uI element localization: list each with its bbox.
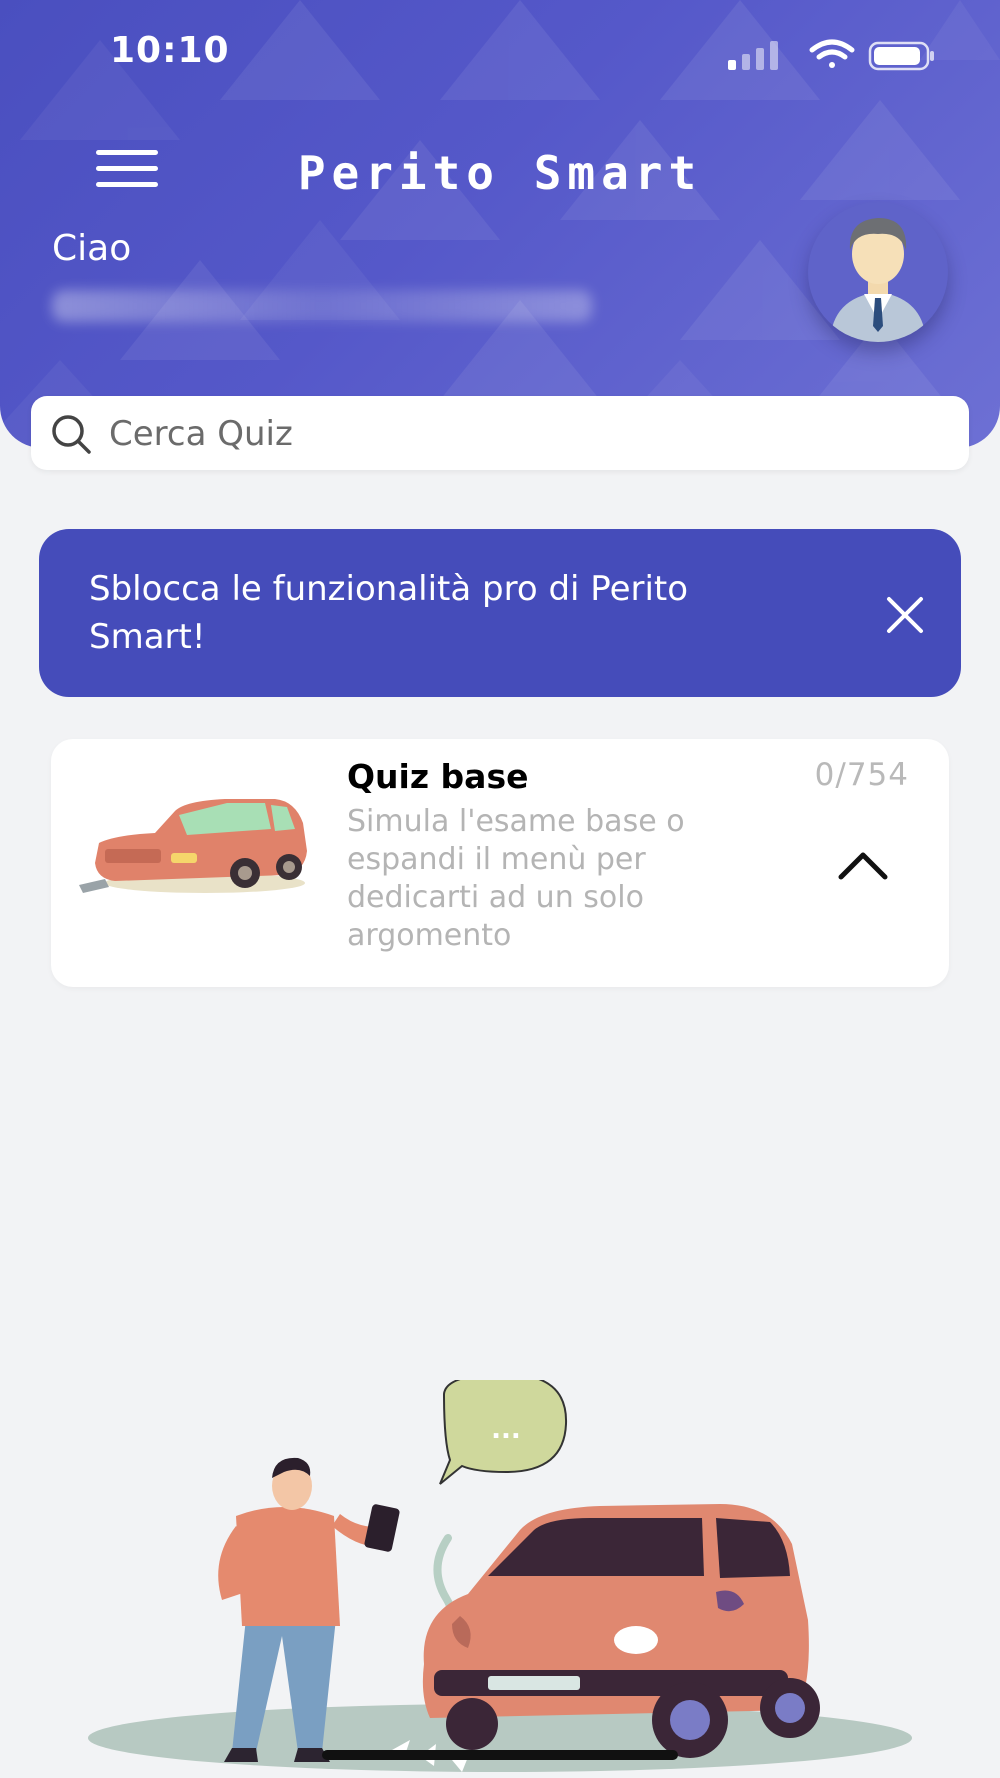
username-blurred (52, 290, 592, 322)
search-input[interactable] (107, 404, 951, 464)
battery-icon (868, 41, 934, 71)
speech-bubble-text: ... (491, 1415, 521, 1445)
search-bar[interactable] (31, 396, 969, 470)
chevron-up-icon[interactable] (835, 845, 891, 885)
promo-banner-text: Sblocca le funzionalità pro di Perito Sm… (89, 569, 689, 657)
promo-banner[interactable]: Sblocca le funzionalità pro di Perito Sm… (39, 529, 961, 697)
user-avatar-icon[interactable] (808, 202, 948, 342)
status-time: 10:10 (110, 30, 230, 71)
cellular-signal-icon (728, 41, 778, 70)
crashed-car-illustration (79, 799, 307, 893)
quiz-progress: 0/754 (814, 757, 909, 793)
app-title: Perito Smart (297, 146, 703, 200)
search-icon (52, 415, 91, 454)
car-accident-illustration: ... (88, 1380, 912, 1772)
quiz-title: Quiz base (347, 757, 529, 796)
quiz-card-base[interactable]: Quiz base 0/754 Simula l'esame base o es… (51, 739, 949, 987)
home-indicator (322, 1750, 678, 1760)
greeting-text: Ciao (52, 228, 132, 269)
header: 10:10 Perito Smart Ciao (0, 0, 1000, 448)
wifi-icon (809, 39, 855, 68)
close-icon[interactable] (877, 587, 933, 643)
status-icons (726, 38, 936, 76)
speech-bubble: ... (439, 1380, 568, 1485)
quiz-description: Simula l'esame base o espandi il menù pe… (347, 804, 685, 953)
